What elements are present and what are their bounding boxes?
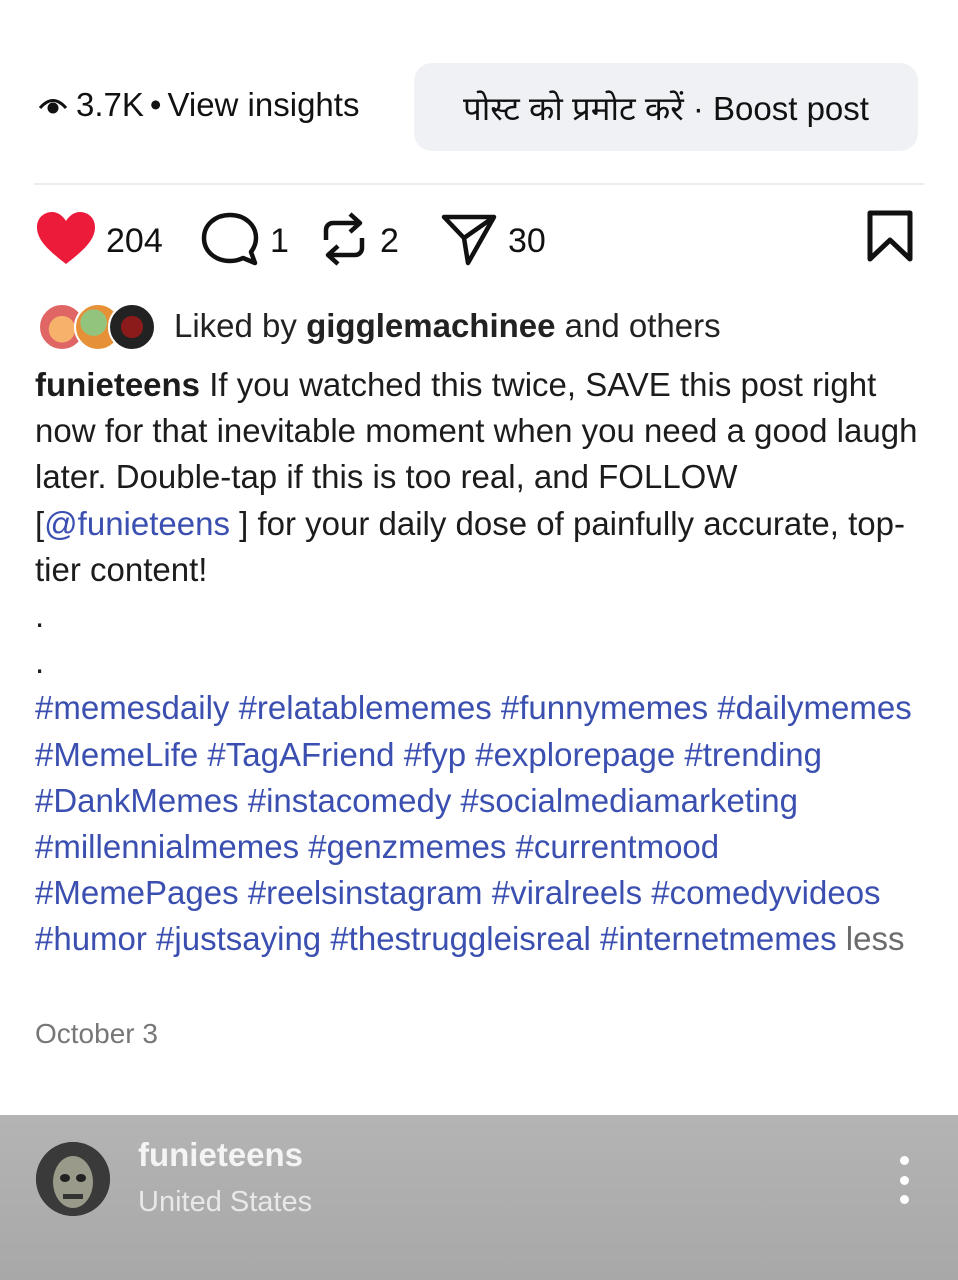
liked-by-suffix: and others — [564, 307, 721, 344]
comment-count: 1 — [270, 221, 289, 260]
liked-by-row[interactable]: Liked by gigglemachinee and others — [38, 300, 721, 352]
caption-dot: . — [35, 643, 45, 681]
liked-by-prefix: Liked by — [174, 307, 297, 344]
dot — [899, 1175, 909, 1185]
repost-icon[interactable] — [318, 210, 370, 273]
boost-post-button[interactable]: पोस्ट को प्रमोट करें · Boost post — [414, 63, 918, 151]
comment-action[interactable]: 1 — [200, 210, 289, 272]
post-date: October 3 — [35, 1018, 158, 1049]
view-insights-link[interactable]: View insights — [167, 86, 359, 124]
account-username[interactable]: funieteens — [138, 1136, 303, 1174]
comment-icon[interactable] — [200, 211, 260, 272]
caption-dot: . — [35, 597, 45, 635]
caption-hashtags[interactable]: #memesdaily #relatablememes #funnymemes … — [35, 689, 912, 957]
liked-by-user[interactable]: gigglemachinee — [306, 307, 555, 345]
liker-avatars — [38, 301, 156, 351]
avatar[interactable] — [36, 1142, 110, 1216]
share-count: 30 — [508, 221, 546, 260]
avatar — [108, 303, 156, 351]
share-action[interactable]: 30 — [440, 210, 546, 272]
divider — [34, 183, 924, 185]
like-count: 204 — [106, 221, 163, 260]
less-link[interactable]: less — [846, 920, 905, 957]
bookmark-icon[interactable] — [864, 210, 916, 262]
eye-icon — [36, 92, 70, 118]
caption-username[interactable]: funieteens — [35, 366, 200, 403]
heart-icon[interactable] — [36, 211, 96, 271]
view-count: 3.7K — [76, 86, 144, 123]
send-icon[interactable] — [440, 211, 498, 272]
account-location[interactable]: United States — [138, 1186, 312, 1219]
insights-row[interactable]: 3.7K • View insights — [36, 82, 359, 128]
repost-action[interactable]: 2 — [318, 210, 399, 272]
separator-dot: • — [149, 86, 162, 123]
dot — [899, 1195, 909, 1204]
more-options-icon[interactable] — [890, 1156, 918, 1204]
like-action[interactable]: 204 — [36, 210, 163, 272]
post-caption: funieteens If you watched this twice, SA… — [35, 362, 925, 963]
caption-mention[interactable]: @funieteens — [44, 505, 230, 542]
repost-count: 2 — [380, 221, 399, 260]
dot — [899, 1156, 909, 1165]
